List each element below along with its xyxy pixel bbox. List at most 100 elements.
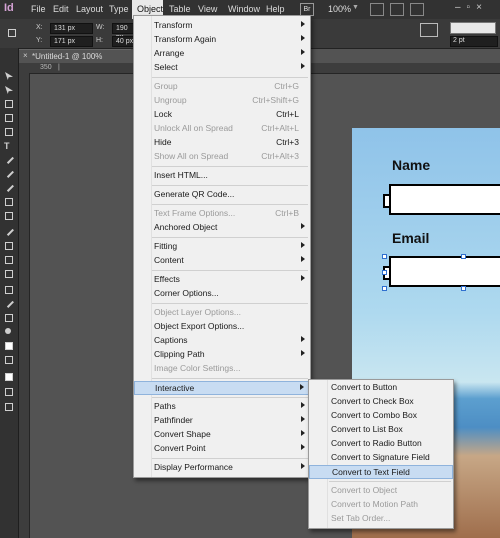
pen-tool-icon[interactable] [4,168,14,178]
menu-item-transform-again[interactable]: Transform Again [134,33,310,47]
submenu-item-convert-to-radio-button[interactable]: Convert to Radio Button [309,437,453,451]
formatting-container-icon[interactable] [5,373,13,381]
menu-item-convert-shape[interactable]: Convert Shape [134,428,310,442]
menu-item-corner-options[interactable]: Corner Options... [134,287,310,301]
rectangle-tool-icon[interactable] [5,212,13,220]
menu-type[interactable]: Type [109,4,129,14]
x-label: X: [36,24,43,31]
gap-tool-icon[interactable] [5,114,13,122]
menu-item-content[interactable]: Content [134,254,310,268]
page-tool-icon[interactable] [5,100,13,108]
arrange-documents-icon[interactable] [410,3,424,16]
menu-item-pathfinder[interactable]: Pathfinder [134,414,310,428]
menu-item-anchored-object[interactable]: Anchored Object [134,221,310,235]
submenu-item-convert-to-check-box[interactable]: Convert to Check Box [309,395,453,409]
hand-tool-icon[interactable] [5,314,13,322]
direct-selection-tool-icon[interactable] [5,86,13,94]
zoom-level[interactable]: 100% [328,4,351,14]
menu-item-image-color-settings: Image Color Settings... [154,363,241,373]
name-field[interactable] [389,184,500,215]
menu-item-clipping-path[interactable]: Clipping Path [134,348,310,362]
vertical-ruler[interactable] [19,73,30,538]
stroke-weight-field[interactable]: 2 pt [450,36,498,47]
menu-item-fitting[interactable]: Fitting [134,240,310,254]
submenu-arrow-icon [301,402,305,408]
y-label: Y: [36,37,43,44]
menu-item-interactive[interactable]: Interactive [134,381,310,395]
menu-item-paths[interactable]: Paths [134,400,310,414]
menu-item-display-performance[interactable]: Display Performance [134,461,310,475]
reference-point-icon[interactable] [8,29,16,37]
y-field[interactable]: 171 px [50,36,93,47]
menu-file[interactable]: File [31,4,46,14]
menu-item-convert-point[interactable]: Convert Point [134,442,310,456]
w-field[interactable]: 190 px [112,23,135,41]
submenu-item-convert-to-button[interactable]: Convert to Button [309,381,453,395]
submenu-arrow-icon [301,430,305,436]
stroke-swatch-tool[interactable] [5,356,13,364]
rectangle-frame-tool-icon[interactable] [5,198,13,206]
submenu-arrow-icon [301,21,305,27]
pencil-tool-icon[interactable] [4,182,14,192]
gradient-feather-tool-icon[interactable] [5,270,13,278]
submenu-arrow-icon [301,336,305,342]
menu-item-object-export-options[interactable]: Object Export Options... [134,320,310,334]
interactive-submenu: Convert to Button Convert to Check Box C… [308,379,454,529]
apply-color-icon[interactable] [5,388,13,396]
x-field[interactable]: 131 px [50,23,93,34]
selection-tool-icon[interactable] [5,72,13,80]
menu-item-captions[interactable]: Captions [134,334,310,348]
submenu-arrow-icon [301,63,305,69]
screen-mode-tool-icon[interactable] [5,403,13,411]
menu-table[interactable]: Table [169,4,191,14]
gradient-swatch-tool-icon[interactable] [5,256,13,264]
h-label: H: [96,37,103,44]
document-tab[interactable]: × *Untitled-1 @ 100% [19,49,131,64]
email-field[interactable] [389,256,500,287]
menu-item-arrange[interactable]: Arrange [134,47,310,61]
content-collector-icon[interactable] [5,128,13,136]
menu-item-insert-html[interactable]: Insert HTML... [134,169,310,183]
menu-layout[interactable]: Layout [76,4,103,14]
zoom-tool-icon[interactable] [5,328,11,334]
fill-swatch[interactable] [5,342,13,350]
selection-handle[interactable] [382,270,387,275]
note-tool-icon[interactable] [5,286,13,294]
submenu-item-convert-to-text-field[interactable]: Convert to Text Field [309,465,453,479]
scissors-tool-icon[interactable] [4,226,14,236]
zoom-dropdown-icon[interactable]: ▼ [352,4,359,11]
menu-help[interactable]: Help [266,4,285,14]
stroke-swatch[interactable] [420,23,438,37]
submenu-item-convert-to-signature-field[interactable]: Convert to Signature Field [309,451,453,465]
menu-item-hide[interactable]: Hide Ctrl+3 [134,136,310,150]
submenu-item-convert-to-motion-path: Convert to Motion Path [331,499,418,509]
h-field[interactable]: 40 px [112,36,135,47]
menu-item-lock[interactable]: Lock Ctrl+L [134,108,310,122]
submenu-arrow-icon [301,35,305,41]
menu-item-generate-qr[interactable]: Generate QR Code... [134,188,310,202]
menu-item-transform[interactable]: Transform [134,19,310,33]
menu-view[interactable]: View [198,4,217,14]
view-options-icon[interactable] [370,3,384,16]
line-tool-icon[interactable] [4,154,14,164]
selection-handle[interactable] [461,286,466,291]
stroke-type-select[interactable] [450,22,496,34]
menu-edit[interactable]: Edit [53,4,69,14]
selection-handle[interactable] [461,254,466,259]
name-label: Name [392,157,431,173]
window-controls-icon[interactable]: –▫× [455,2,488,13]
menu-item-effects[interactable]: Effects [134,273,310,287]
menu-window[interactable]: Window [228,4,260,14]
email-label: Email [392,230,430,246]
submenu-item-convert-to-combo-box[interactable]: Convert to Combo Box [309,409,453,423]
selection-handle[interactable] [382,286,387,291]
selection-handle[interactable] [382,254,387,259]
eyedropper-tool-icon[interactable] [4,298,14,308]
type-tool-icon[interactable]: T [4,141,12,151]
menu-item-select[interactable]: Select [134,61,310,75]
submenu-item-convert-to-list-box[interactable]: Convert to List Box [309,423,453,437]
close-tab-icon[interactable]: × [23,51,28,60]
free-transform-tool-icon[interactable] [5,242,13,250]
screen-mode-icon[interactable] [390,3,404,16]
object-menu: Transform Transform Again Arrange Select… [133,15,311,478]
